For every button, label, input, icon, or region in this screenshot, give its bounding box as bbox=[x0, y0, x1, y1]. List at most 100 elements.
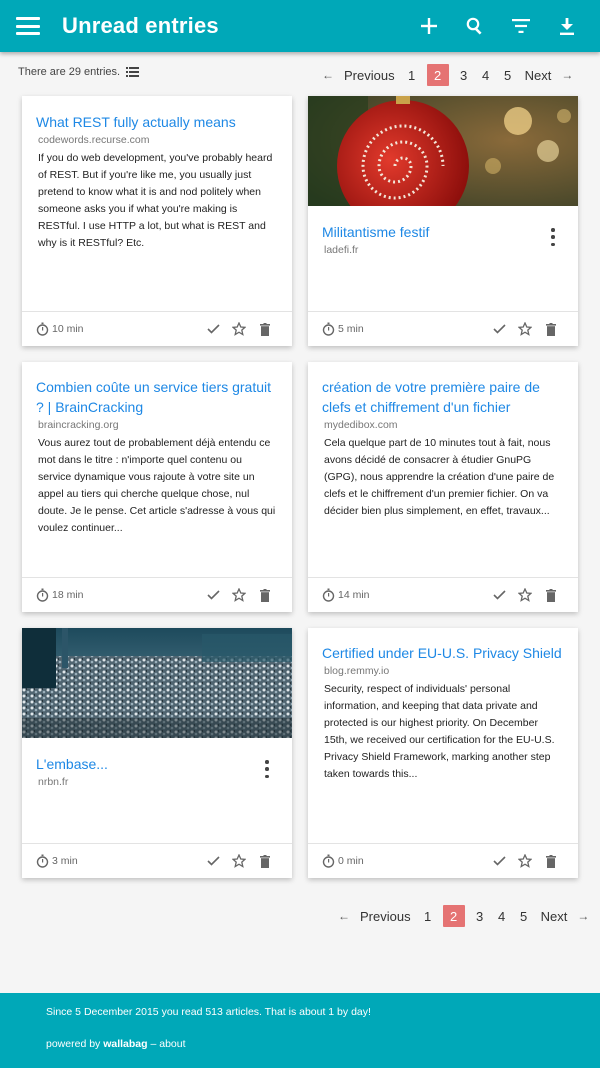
app-bar: Unread entries bbox=[0, 0, 600, 52]
delete-button[interactable] bbox=[252, 588, 278, 602]
timer-icon bbox=[36, 588, 49, 602]
page-link[interactable]: 5 bbox=[497, 64, 519, 86]
entry-title[interactable]: Certified under EU-U.S. Privacy Shield bbox=[308, 628, 578, 663]
mark-as-read-button[interactable] bbox=[486, 324, 512, 334]
page-link[interactable]: 1 bbox=[401, 64, 423, 86]
current-page: 2 bbox=[442, 905, 465, 927]
previous-page-link[interactable]: Previous bbox=[338, 64, 401, 86]
check-icon bbox=[206, 856, 220, 866]
delete-button[interactable] bbox=[538, 322, 564, 336]
timer-icon bbox=[322, 588, 335, 602]
menu-icon[interactable] bbox=[16, 17, 40, 35]
check-icon bbox=[492, 590, 506, 600]
page-link[interactable]: 4 bbox=[475, 64, 497, 86]
next-page-link[interactable]: Next bbox=[535, 905, 574, 927]
reading-time: 3 min bbox=[36, 854, 78, 868]
more-vert-icon[interactable] bbox=[548, 228, 558, 246]
reading-time: 0 min bbox=[322, 854, 364, 868]
wallabag-link[interactable]: wallabag bbox=[103, 1038, 147, 1050]
reading-time-text: 14 min bbox=[338, 589, 370, 601]
entry-preview-image[interactable] bbox=[308, 96, 578, 206]
check-icon bbox=[206, 324, 220, 334]
star-icon bbox=[518, 854, 532, 868]
entry-domain[interactable]: braincracking.org bbox=[22, 417, 292, 431]
export-button[interactable] bbox=[544, 0, 590, 52]
page-footer: Since 5 December 2015 you read 513 artic… bbox=[0, 993, 600, 1068]
timer-icon bbox=[36, 854, 49, 868]
reading-time-text: 0 min bbox=[338, 855, 364, 867]
entry-title[interactable]: What REST fully actually means bbox=[22, 96, 292, 132]
pagination-bottom: ← Previous 1 2 3 4 5 Next → bbox=[334, 905, 593, 927]
entry-domain[interactable]: nrbn.fr bbox=[22, 774, 292, 788]
trash-icon bbox=[260, 322, 270, 336]
mark-as-read-button[interactable] bbox=[486, 856, 512, 866]
reading-time-text: 18 min bbox=[52, 589, 84, 601]
powered-by: powered by wallabag – about bbox=[46, 1038, 186, 1050]
favorite-button[interactable] bbox=[512, 588, 538, 602]
trash-icon bbox=[546, 854, 556, 868]
entry-card: Militantisme festif ladefi.fr 5 min bbox=[308, 96, 578, 346]
add-entry-button[interactable] bbox=[406, 0, 452, 52]
entries-count: There are 29 entries. bbox=[18, 66, 140, 78]
entry-card: création de votre première paire de clef… bbox=[308, 362, 578, 612]
trash-icon bbox=[260, 854, 270, 868]
card-footer: 3 min bbox=[22, 843, 292, 878]
favorite-button[interactable] bbox=[226, 854, 252, 868]
mark-as-read-button[interactable] bbox=[200, 324, 226, 334]
next-page-link[interactable]: Next bbox=[519, 64, 558, 86]
mark-as-read-button[interactable] bbox=[200, 856, 226, 866]
page-link[interactable]: 3 bbox=[453, 64, 475, 86]
delete-button[interactable] bbox=[252, 322, 278, 336]
download-icon bbox=[560, 17, 574, 35]
entry-card: L'embase... nrbn.fr 3 min bbox=[22, 628, 292, 878]
page-link[interactable]: 3 bbox=[469, 905, 491, 927]
entry-card: Combien coûte un service tiers gratuit ?… bbox=[22, 362, 292, 612]
entry-title[interactable]: Militantisme festif bbox=[308, 206, 578, 242]
entry-domain[interactable]: ladefi.fr bbox=[308, 242, 578, 256]
mark-as-read-button[interactable] bbox=[200, 590, 226, 600]
card-footer: 18 min bbox=[22, 577, 292, 612]
entry-domain[interactable]: mydedibox.com bbox=[308, 417, 578, 431]
filter-icon bbox=[512, 19, 530, 33]
page-link[interactable]: 4 bbox=[491, 905, 513, 927]
entry-excerpt: If you do web development, you've probab… bbox=[38, 152, 273, 249]
arrow-right-icon: → bbox=[561, 68, 574, 82]
trash-icon bbox=[260, 588, 270, 602]
entry-preview-image[interactable] bbox=[22, 628, 292, 738]
entry-title[interactable]: L'embase... bbox=[22, 738, 292, 774]
entry-title[interactable]: Combien coûte un service tiers gratuit ?… bbox=[22, 362, 292, 417]
star-icon bbox=[232, 322, 246, 336]
card-footer: 5 min bbox=[308, 311, 578, 346]
star-icon bbox=[232, 854, 246, 868]
trash-icon bbox=[546, 322, 556, 336]
search-icon bbox=[466, 17, 482, 35]
delete-button[interactable] bbox=[252, 854, 278, 868]
more-vert-icon[interactable] bbox=[262, 760, 272, 778]
delete-button[interactable] bbox=[538, 854, 564, 868]
filter-button[interactable] bbox=[498, 0, 544, 52]
about-link[interactable]: about bbox=[159, 1038, 185, 1050]
arrow-left-icon: ← bbox=[322, 68, 334, 82]
entry-excerpt: Cela quelque part de 10 minutes tout à f… bbox=[324, 437, 555, 517]
page-link[interactable]: 1 bbox=[417, 905, 439, 927]
entry-domain[interactable]: blog.remmy.io bbox=[308, 663, 578, 677]
delete-button[interactable] bbox=[538, 588, 564, 602]
timer-icon bbox=[36, 322, 49, 336]
favorite-button[interactable] bbox=[512, 854, 538, 868]
entry-card: Certified under EU-U.S. Privacy Shield b… bbox=[308, 628, 578, 878]
list-view-icon[interactable] bbox=[126, 67, 140, 77]
favorite-button[interactable] bbox=[226, 588, 252, 602]
previous-page-link[interactable]: Previous bbox=[354, 905, 417, 927]
favorite-button[interactable] bbox=[512, 322, 538, 336]
reading-time: 5 min bbox=[322, 322, 364, 336]
arrow-left-icon: ← bbox=[338, 909, 350, 923]
entry-title[interactable]: création de votre première paire de clef… bbox=[308, 362, 578, 417]
plus-icon bbox=[421, 18, 437, 34]
timer-icon bbox=[322, 854, 335, 868]
mark-as-read-button[interactable] bbox=[486, 590, 512, 600]
favorite-button[interactable] bbox=[226, 322, 252, 336]
search-button[interactable] bbox=[452, 0, 498, 52]
page-link[interactable]: 5 bbox=[513, 905, 535, 927]
reading-time: 14 min bbox=[322, 588, 370, 602]
entry-domain[interactable]: codewords.recurse.com bbox=[22, 132, 292, 146]
